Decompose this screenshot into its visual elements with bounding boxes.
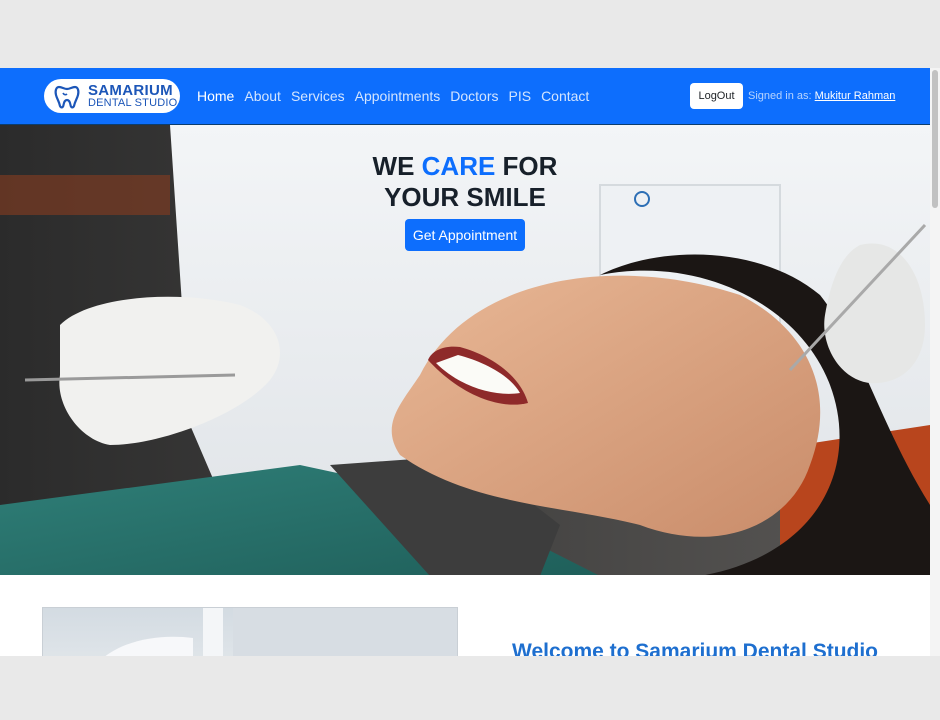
signed-in-label: Signed in as: [748,90,812,102]
nav-item-appointments[interactable]: Appointments [355,87,441,105]
nav-item-contact[interactable]: Contact [541,87,589,105]
nav-menu: Home About Services Appointments Doctors… [197,87,589,105]
dental-equipment-image [105,608,457,656]
nav-item-services[interactable]: Services [291,87,345,105]
hero-title-part1: WE [372,151,422,181]
signed-in-status: Signed in as: Mukitur Rahman [748,89,895,103]
nav-item-pis[interactable]: PIS [508,87,531,105]
hero-title-accent: CARE [421,151,496,181]
scrollbar-thumb[interactable] [932,70,938,208]
browser-viewport: SAMARIUM DENTAL STUDIO Home About Servic… [0,68,940,656]
nav-item-about[interactable]: About [244,87,281,105]
tooth-icon [54,85,80,109]
user-name-link[interactable]: Mukitur Rahman [815,90,896,102]
hero-title-part2: FOR [495,151,558,181]
hero-title: WE CARE FOR YOUR SMILE [265,151,665,213]
brand-logo[interactable]: SAMARIUM DENTAL STUDIO [44,79,180,113]
welcome-image [42,607,458,656]
brand-subtitle: DENTAL STUDIO [88,97,178,109]
logout-button[interactable]: LogOut [690,83,743,109]
nav-item-doctors[interactable]: Doctors [450,87,498,105]
navbar: SAMARIUM DENTAL STUDIO Home About Servic… [0,68,930,124]
brand-name: SAMARIUM [88,82,173,99]
nav-item-home[interactable]: Home [197,87,234,105]
get-appointment-button[interactable]: Get Appointment [405,219,525,251]
hero-title-line2: YOUR SMILE [384,182,546,212]
hero-banner: WE CARE FOR YOUR SMILE Get Appointment [0,124,930,575]
welcome-heading: Welcome to Samarium Dental Studio [512,640,879,656]
